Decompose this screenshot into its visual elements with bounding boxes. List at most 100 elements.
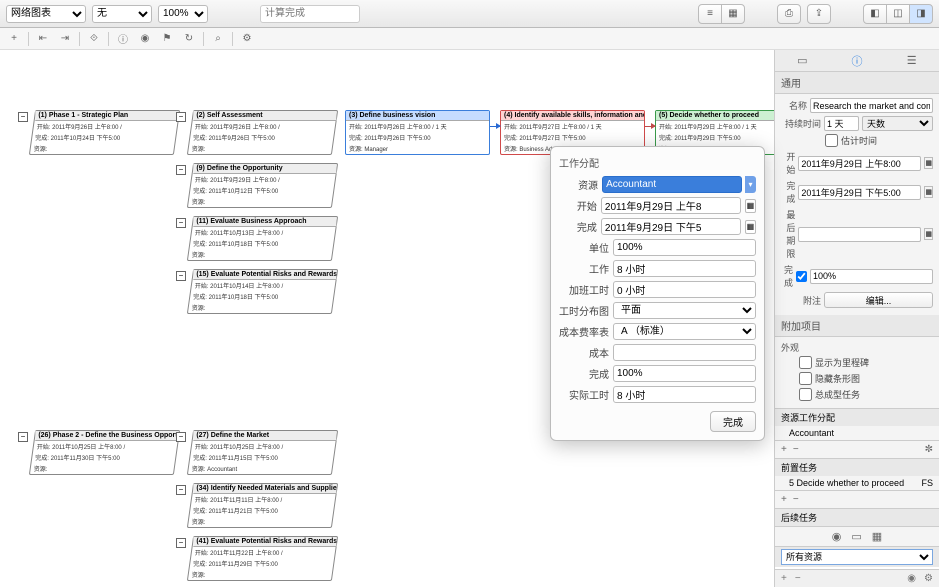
zoom-select[interactable]: 100% [158, 5, 208, 23]
task-card[interactable]: (15) Evaluate Potential Risks and Reward… [187, 269, 338, 314]
card-resource: 资源: [31, 143, 174, 154]
resource-filter-select[interactable]: 所有资源 [781, 549, 933, 565]
field-work[interactable] [613, 260, 756, 277]
inspector-tab-doc[interactable]: ▭ [775, 50, 830, 71]
print-icon[interactable]: ⎙ [777, 4, 801, 24]
checkbox-extra[interactable] [799, 356, 812, 369]
checkbox-estimate[interactable] [825, 134, 838, 147]
link-icon[interactable]: ⟐ [86, 31, 102, 47]
duration-unit-select[interactable]: 天数 [862, 116, 933, 131]
field-resource[interactable] [602, 176, 742, 193]
field-contour[interactable]: 平面 [613, 302, 756, 319]
collapse-toggle[interactable]: − [18, 112, 28, 122]
gear-icon[interactable]: ⚙ [924, 573, 933, 584]
inspector-tab-info[interactable]: ⓘ [830, 50, 885, 71]
calendar-icon[interactable]: ▦ [745, 220, 756, 234]
view-type-select[interactable]: 网络图表 [6, 5, 86, 23]
collapse-toggle[interactable]: − [176, 271, 186, 281]
person-icon[interactable]: ◉ [832, 530, 842, 543]
card-resource: 资源: [189, 143, 332, 154]
field-complete[interactable] [810, 269, 933, 284]
task-card[interactable]: (1) Phase 1 - Strategic Plan开始: 2011年9月2… [29, 110, 180, 155]
remove-icon[interactable]: − [793, 494, 799, 505]
field-pstart[interactable] [601, 197, 741, 214]
card-resource: 资源: [189, 516, 332, 527]
info-icon[interactable]: ⓘ [115, 31, 131, 47]
indent-icon[interactable]: ⇥ [57, 31, 73, 47]
field-deadline[interactable] [798, 227, 921, 242]
task-card[interactable]: (3) Define business vision开始: 2011年9月26日… [345, 110, 490, 155]
field-cost[interactable] [613, 344, 756, 361]
calendar-icon[interactable]: ▦ [745, 199, 756, 213]
done-button[interactable]: 完成 [710, 411, 756, 432]
outdent-icon[interactable]: ⇤ [35, 31, 51, 47]
task-card[interactable]: (34) Identify Needed Materials and Suppl… [187, 483, 338, 528]
inspector-tab-adjust[interactable]: ☰ [884, 50, 939, 71]
field-start[interactable] [798, 156, 921, 171]
remove-icon[interactable]: − [795, 573, 801, 584]
field-rate[interactable]: A （标准） [613, 323, 756, 340]
edit-notes-button[interactable]: 编辑... [824, 292, 933, 308]
view-grid-icon[interactable]: ▦ [721, 4, 745, 24]
calendar-icon[interactable]: ▦ [924, 157, 933, 169]
assignment-popover: 工作分配 资源▾ 开始▦ 完成▦ 单位 工作 加班工时 工时分布图平面 成本费率… [550, 146, 765, 441]
collapse-toggle[interactable]: − [176, 218, 186, 228]
field-overtime[interactable] [613, 281, 756, 298]
collapse-toggle[interactable]: − [176, 112, 186, 122]
card-icon[interactable]: ▭ [851, 530, 861, 543]
collapse-toggle[interactable]: − [18, 432, 28, 442]
collapse-toggle[interactable]: − [176, 432, 186, 442]
field-name[interactable] [810, 98, 933, 113]
calendar-icon[interactable]: ▦ [924, 186, 933, 198]
popover-title: 工作分配 [559, 155, 756, 170]
filter-select[interactable]: 无 [92, 5, 152, 23]
person-icon[interactable]: ◉ [137, 31, 153, 47]
zoom-icon[interactable]: ⌕ [210, 31, 226, 47]
field-duration[interactable] [824, 116, 859, 131]
task-card[interactable]: (27) Define the Market开始: 2011年10月25日 上午… [187, 430, 338, 475]
header-predecessors: 前置任务 [781, 461, 817, 474]
collapse-toggle[interactable]: − [176, 485, 186, 495]
remove-icon[interactable]: − [793, 444, 799, 455]
calendar-icon[interactable]: ▦ [924, 228, 933, 240]
panel-mid-icon[interactable]: ◫ [886, 4, 910, 24]
settings-icon[interactable]: ⚙ [239, 31, 255, 47]
card-end: 完成: 2011年9月27日 下午5:00 [501, 132, 644, 143]
checkbox-extra[interactable] [799, 388, 812, 401]
predecessor-row[interactable]: 5 Decide whether to proceedFS [775, 476, 939, 490]
task-card[interactable]: (11) Evaluate Business Approach开始: 2011年… [187, 216, 338, 261]
field-actual[interactable] [613, 386, 756, 403]
card-resource: 资源: [189, 249, 332, 260]
share-icon[interactable]: ⇪ [807, 4, 831, 24]
checkbox-extra[interactable] [799, 372, 812, 385]
add-icon[interactable]: + [781, 444, 787, 455]
assignment-row[interactable]: Accountant [775, 426, 939, 440]
add-icon[interactable]: + [781, 573, 787, 584]
field-unit[interactable] [613, 239, 756, 256]
redo-icon[interactable]: ↻ [181, 31, 197, 47]
task-card[interactable]: (41) Evaluate Potential Risks and Reward… [187, 536, 338, 581]
card-resource: 资源: Manager [346, 143, 489, 154]
dropdown-icon[interactable]: ▾ [745, 176, 756, 193]
label-pend: 完成 [559, 219, 597, 234]
person-icon[interactable]: ◉ [907, 573, 916, 584]
add-icon[interactable]: + [6, 31, 22, 47]
field-pend[interactable] [601, 218, 741, 235]
view-list-icon[interactable]: ≡ [698, 4, 722, 24]
field-pct[interactable] [613, 365, 756, 382]
collapse-toggle[interactable]: − [176, 165, 186, 175]
task-card[interactable]: (2) Self Assessment开始: 2011年9月26日 上午8:00… [187, 110, 338, 155]
search-input[interactable] [260, 5, 360, 23]
action-icon[interactable]: ✼ [925, 444, 933, 455]
task-card[interactable]: (9) Define the Opportunity开始: 2011年9月29日… [187, 163, 338, 208]
panel-right-icon[interactable]: ◨ [909, 4, 933, 24]
task-card[interactable]: (26) Phase 2 - Define the Business Oppor… [29, 430, 180, 475]
add-icon[interactable]: + [781, 494, 787, 505]
collapse-toggle[interactable]: − [176, 538, 186, 548]
flag-icon[interactable]: ⚑ [159, 31, 175, 47]
checkbox-complete[interactable] [796, 271, 807, 282]
panel-left-icon[interactable]: ◧ [863, 4, 887, 24]
grid-icon[interactable]: ▦ [872, 530, 882, 543]
card-start: 开始: 2011年9月29日 上午8:00 / 1 天 [656, 121, 774, 132]
field-end[interactable] [798, 185, 921, 200]
